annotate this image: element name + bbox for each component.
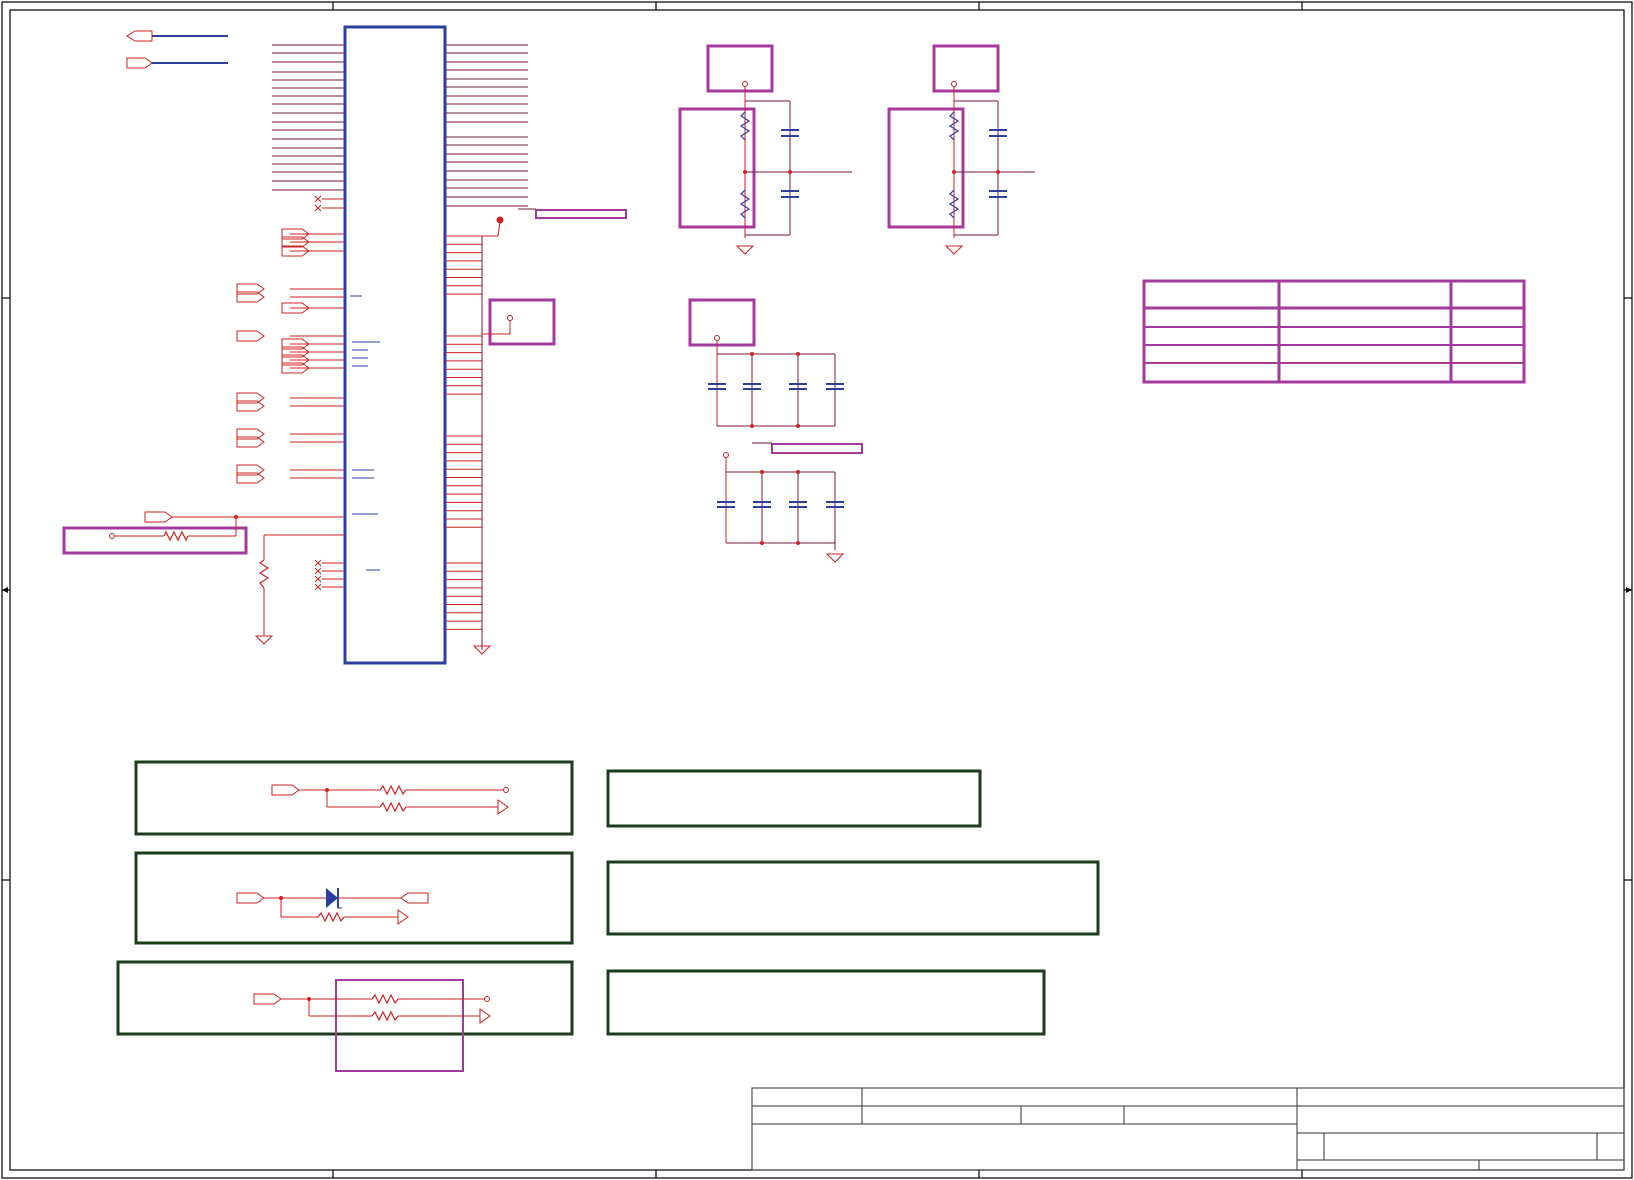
right-pin-stubs [446,44,528,630]
option-block-diode [134,851,574,945]
left-pin-stubs [272,44,344,591]
regulator-block-2 [887,44,1035,255]
option-block-resistors [134,760,574,836]
top-ports [126,30,228,69]
option-block-resistor-pair [116,960,574,1072]
signal-port [236,330,265,342]
main-ic [343,25,447,665]
note-box-3 [606,969,1046,1036]
decoupling-block-2 [717,442,863,563]
left-signal-ports [236,228,310,484]
ic-side-block [482,208,627,346]
reset-block [62,511,344,645]
schematic-sheet [1,1,1633,1179]
note-box-1 [606,769,982,828]
note-boxes [606,769,1100,1036]
strap-table [1142,279,1526,384]
regulator-block-1 [678,44,852,255]
sheet-frame [1,1,1633,1179]
note-box-2 [606,860,1100,936]
decoupling-block-1 [688,298,844,428]
title-block [751,1087,1625,1171]
